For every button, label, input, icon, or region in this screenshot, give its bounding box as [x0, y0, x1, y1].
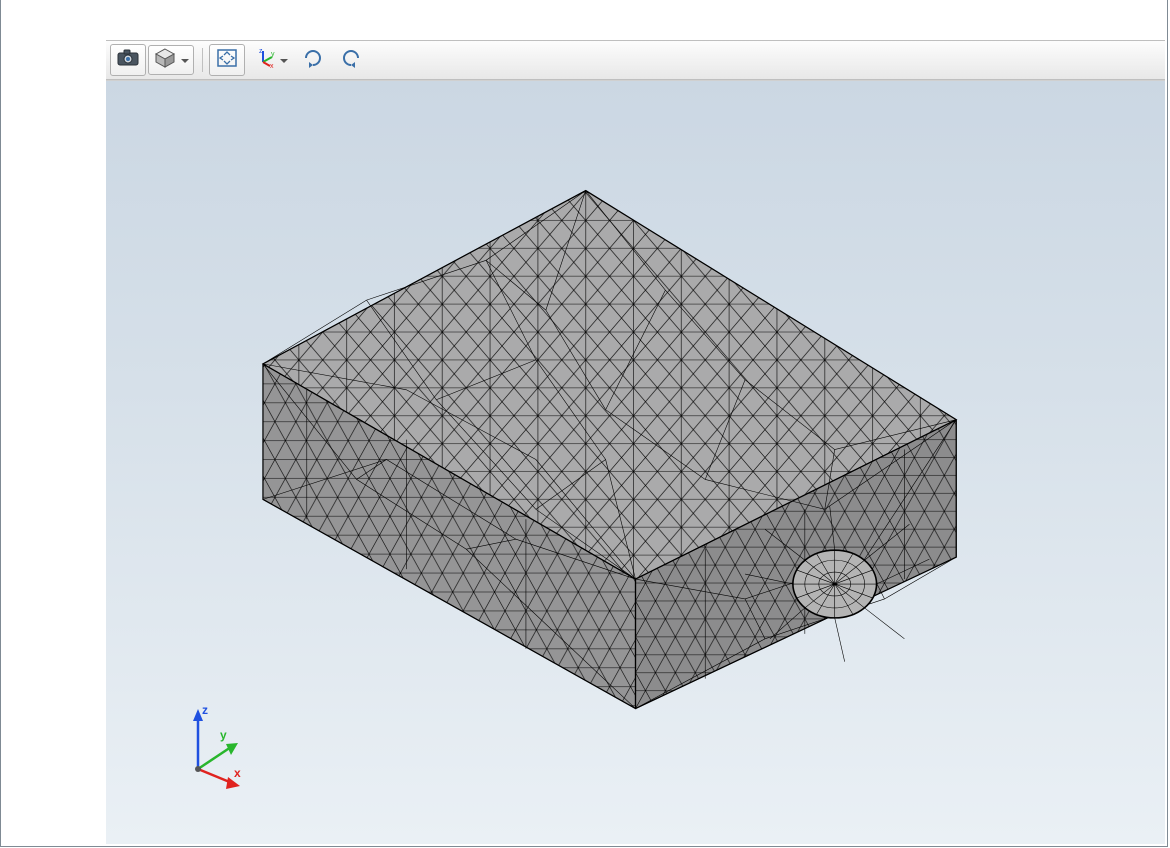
screenshot-button[interactable] — [110, 44, 146, 76]
rotate-cw-button[interactable] — [295, 44, 331, 76]
camera-icon — [117, 49, 139, 72]
svg-text:y: y — [271, 51, 275, 58]
mesh-rendering — [106, 81, 1165, 844]
axis-orient-button[interactable]: z y x — [247, 45, 293, 75]
cube-icon — [154, 48, 176, 73]
rotate-cw-icon — [302, 48, 324, 73]
zoom-extents-button[interactable] — [209, 44, 245, 76]
window-frame: z y x — [0, 0, 1168, 847]
rotate-ccw-button[interactable] — [333, 44, 369, 76]
xyz-axes-icon: z y x — [253, 48, 275, 73]
top-strip — [106, 0, 1165, 40]
graphics-viewport[interactable]: z y x — [106, 80, 1165, 844]
toolbar-separator — [202, 48, 203, 72]
rotate-ccw-icon — [340, 48, 362, 73]
left-gutter — [2, 0, 106, 844]
svg-text:z: z — [259, 48, 263, 55]
view-cube-button[interactable] — [148, 45, 194, 75]
view-toolbar: z y x — [106, 40, 1165, 80]
fit-extents-icon — [216, 48, 238, 73]
svg-text:x: x — [270, 63, 274, 68]
